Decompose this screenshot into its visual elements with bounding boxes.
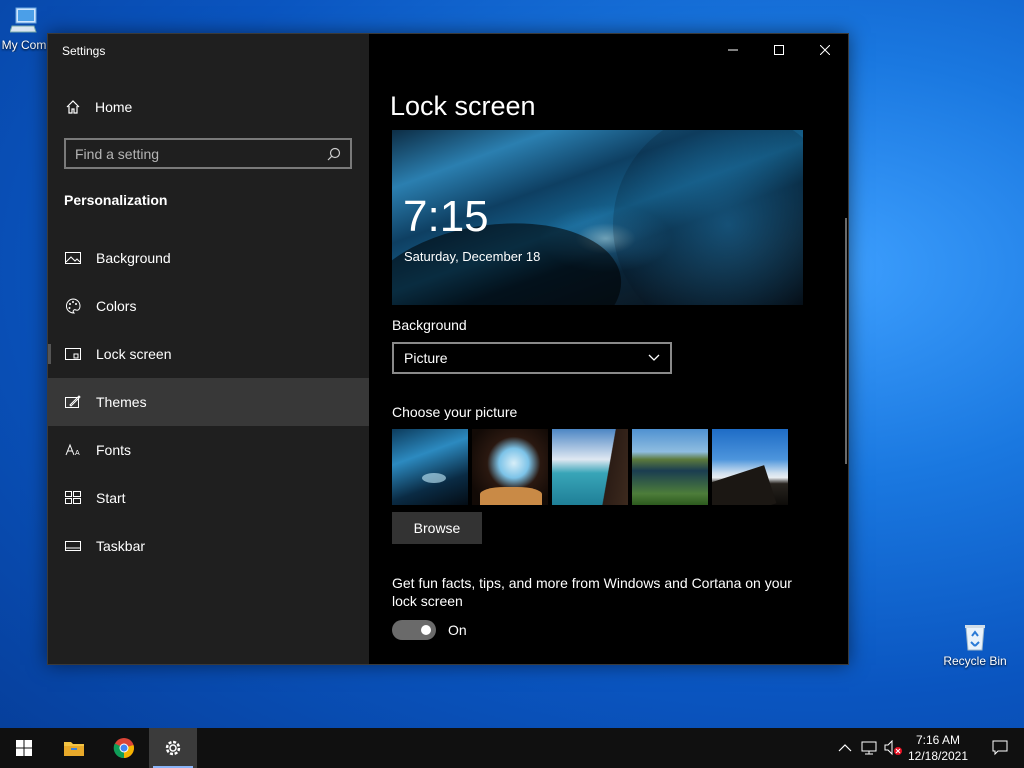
lock-screen-preview: 7:15 Saturday, December 18 (392, 130, 803, 305)
picture-thumbnail[interactable] (552, 429, 628, 505)
search-icon[interactable] (324, 147, 344, 161)
svg-text:A: A (75, 450, 80, 457)
preview-date: Saturday, December 18 (404, 249, 541, 264)
scrollbar[interactable] (845, 218, 847, 464)
themes-icon (64, 395, 82, 409)
clock-date: 12/18/2021 (907, 749, 969, 763)
taskbar-settings[interactable] (149, 728, 197, 768)
palette-icon (64, 298, 82, 314)
sidebar-item-colors[interactable]: Colors (48, 282, 369, 330)
sidebar-item-fonts[interactable]: A Fonts (48, 426, 369, 474)
section-title: Personalization (64, 192, 168, 208)
content-pane: Lock screen 7:15 Saturday, December 18 B… (369, 34, 848, 664)
clock-time: 7:16 AM (915, 733, 961, 747)
search-input[interactable] (66, 145, 324, 162)
start-button[interactable] (0, 728, 48, 768)
background-dropdown-value: Picture (404, 350, 448, 366)
nav-home-label: Home (95, 99, 133, 115)
nav-list: Background Colors Lock screen Themes A F… (48, 234, 369, 570)
maximize-button[interactable] (756, 34, 802, 66)
tips-description: Get fun facts, tips, and more from Windo… (392, 575, 792, 609)
lock-screen-icon (64, 347, 82, 361)
settings-window: Settings Home Personalization Background (47, 33, 849, 665)
close-button[interactable] (802, 34, 848, 66)
sidebar-item-background[interactable]: Background (48, 234, 369, 282)
file-explorer-icon (64, 742, 84, 756)
choose-picture-label: Choose your picture (392, 404, 518, 420)
picture-thumbnail[interactable] (632, 429, 708, 505)
sidebar-item-label: Start (96, 490, 126, 506)
volume-muted-icon[interactable] (884, 740, 902, 756)
desktop-icon-label: My Com (1, 38, 47, 52)
background-dropdown[interactable]: Picture (392, 342, 672, 374)
preview-time: 7:15 (403, 192, 489, 241)
chevron-up-icon[interactable] (838, 743, 852, 753)
sidebar-item-themes[interactable]: Themes (48, 378, 369, 426)
chrome-icon (113, 738, 134, 759)
close-icon (820, 45, 830, 55)
sidebar-item-label: Fonts (96, 442, 132, 458)
picture-thumbnail[interactable] (472, 429, 548, 505)
action-center-icon (992, 740, 1008, 756)
taskbar-clock[interactable]: 7:16 AM 12/18/2021 (903, 732, 973, 764)
network-icon[interactable] (861, 741, 877, 755)
recycle-bin-icon (965, 625, 985, 651)
picture-icon (64, 251, 82, 265)
windows-logo-icon (16, 740, 32, 756)
taskbar-file-explorer[interactable] (50, 728, 98, 768)
action-center-button[interactable] (976, 728, 1024, 768)
window-controls (710, 34, 848, 66)
minimize-button[interactable] (710, 34, 756, 66)
desktop-icon-my-computer[interactable]: My Com (0, 6, 48, 52)
sidebar-item-start[interactable]: Start (48, 474, 369, 522)
sidebar-item-label: Taskbar (96, 538, 146, 554)
desktop-icon-label: Recycle Bin (943, 654, 1007, 668)
sidebar-item-lock-screen[interactable]: Lock screen (48, 330, 369, 378)
preview-shape (613, 130, 803, 305)
toggle-knob (421, 625, 431, 635)
window-title: Settings (62, 44, 106, 58)
nav-home[interactable]: Home (48, 90, 369, 124)
picture-thumbnails (392, 429, 788, 505)
taskbar: 7:16 AM 12/18/2021 (0, 728, 1024, 768)
picture-thumbnail[interactable] (712, 429, 788, 505)
home-icon (66, 100, 80, 114)
sidebar-item-taskbar[interactable]: Taskbar (48, 522, 369, 570)
browse-button[interactable]: Browse (392, 512, 482, 544)
desktop-icon-recycle-bin[interactable]: Recycle Bin (940, 622, 1010, 668)
picture-thumbnail[interactable] (392, 429, 468, 505)
maximize-icon (774, 45, 784, 55)
sidebar-item-label: Themes (96, 394, 147, 410)
chevron-down-icon (648, 354, 660, 361)
toggle-state-label: On (448, 622, 467, 638)
sidebar-item-label: Colors (96, 298, 137, 314)
system-tray (838, 728, 902, 768)
background-label: Background (392, 317, 467, 333)
minimize-icon (728, 49, 738, 51)
search-box (64, 138, 352, 169)
computer-icon (10, 7, 37, 33)
settings-icon (165, 740, 181, 756)
sidebar: Settings Home Personalization Background (48, 34, 369, 664)
start-icon (64, 491, 82, 505)
sidebar-item-label: Background (96, 250, 171, 266)
taskbar-chrome[interactable] (100, 728, 148, 768)
fonts-icon: A (64, 443, 82, 457)
page-title: Lock screen (390, 91, 536, 121)
sidebar-item-label: Lock screen (96, 346, 172, 362)
tips-toggle[interactable] (392, 620, 436, 640)
taskbar-icon (64, 540, 82, 552)
